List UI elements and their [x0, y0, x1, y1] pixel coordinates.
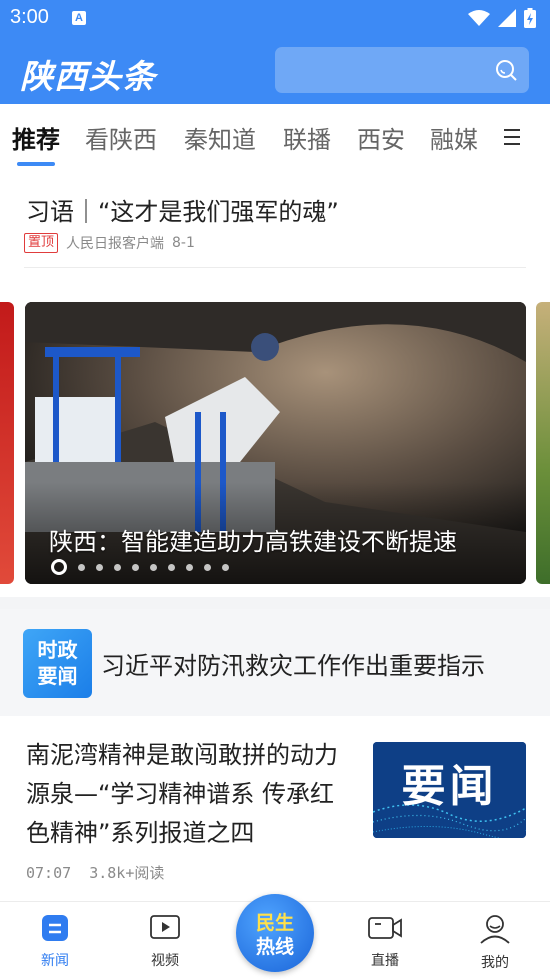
nav-profile-label: 我的 [481, 955, 509, 971]
article-source: 人民日报客户端 [66, 236, 165, 252]
tab-lianbo[interactable]: 联播 [283, 120, 331, 155]
status-bar: 3:00 A [0, 0, 550, 36]
pinned-article[interactable]: 习语｜“这才是我们强军的魂” 置顶 人民日报客户端 8-1 [0, 170, 550, 290]
carousel-dot[interactable] [186, 563, 193, 571]
section-gap [0, 597, 550, 609]
status-icons [468, 8, 536, 28]
tab-recommend[interactable]: 推荐 [12, 120, 60, 155]
menu-icon[interactable] [503, 128, 521, 146]
carousel-dot[interactable] [168, 563, 175, 571]
nav-video-label: 视频 [151, 953, 179, 969]
politics-badge-line2: 要闻 [37, 664, 78, 688]
pinned-article-title[interactable]: 习语｜“这才是我们强军的魂” [26, 192, 339, 227]
nav-profile[interactable]: 我的 [465, 914, 525, 972]
nav-live-label: 直播 [371, 953, 399, 969]
politics-news-bar[interactable]: 时政 要闻 习近平对防汛救灾工作作出重要指示 [0, 609, 550, 716]
article-date: 8-1 [172, 235, 195, 251]
carousel-dot[interactable] [132, 563, 139, 571]
carousel-dot[interactable] [222, 563, 229, 571]
notification-icon: A [72, 11, 86, 25]
signal-icon [498, 9, 516, 27]
tab-qinzhidao[interactable]: 秦知道 [184, 120, 256, 155]
carousel-prev-slide[interactable] [0, 302, 14, 584]
pinned-article-meta: 置顶 人民日报客户端 8-1 [24, 233, 195, 253]
carousel-caption[interactable]: 陕西：智能建造助力高铁建设不断提速 [49, 522, 457, 557]
article-title[interactable]: 南泥湾精神是敢闯敢拼的动力源泉—“学习精神谱系 传承红色精神”系列报道之四 [26, 736, 356, 853]
status-time: 3:00 [10, 6, 49, 28]
carousel-pagination [51, 559, 229, 575]
politics-badge: 时政 要闻 [23, 629, 92, 698]
nav-news-label: 新闻 [41, 953, 69, 969]
carousel-slide[interactable]: 陕西：智能建造助力高铁建设不断提速 [25, 302, 526, 584]
live-icon [368, 917, 402, 939]
nav-live[interactable]: 直播 [355, 914, 415, 970]
divider [24, 267, 526, 268]
tab-shaanxi[interactable]: 看陕西 [85, 120, 157, 155]
banner-carousel[interactable]: 陕西：智能建造助力高铁建设不断提速 [0, 292, 550, 597]
politics-headline[interactable]: 习近平对防汛救灾工作作出重要指示 [101, 646, 485, 681]
nav-video[interactable]: 视频 [135, 914, 195, 970]
carousel-dot[interactable] [96, 563, 103, 571]
wifi-icon [468, 10, 490, 26]
news-icon [42, 915, 68, 941]
carousel-dot[interactable] [204, 563, 211, 571]
hotline-label-line2: 热线 [255, 936, 294, 958]
app-logo: 陕西头条 [20, 57, 156, 96]
search-icon[interactable] [495, 59, 517, 81]
nav-news[interactable]: 新闻 [25, 914, 85, 970]
article-time: 07:07 [26, 864, 72, 882]
politics-badge-line1: 时政 [37, 638, 78, 662]
livelihood-hotline-button[interactable]: 民生 热线 [236, 894, 314, 972]
video-icon [150, 915, 180, 939]
tab-rongmei[interactable]: 融媒 [430, 120, 478, 155]
article-reads: 3.8k+阅读 [89, 864, 165, 882]
news-list-item[interactable]: 南泥湾精神是敢闯敢拼的动力源泉—“学习精神谱系 传承红色精神”系列报道之四 07… [0, 716, 550, 901]
carousel-dot-active[interactable] [51, 559, 67, 575]
thumbnail-text: 要闻 [401, 761, 498, 812]
active-tab-indicator [17, 162, 55, 166]
hotline-label-line1: 民生 [255, 912, 294, 934]
carousel-dot[interactable] [78, 563, 85, 571]
carousel-dot[interactable] [114, 563, 121, 571]
app-header: 3:00 A 陕西头条 [0, 0, 550, 104]
bottom-navigation: 新闻 视频 民生 热线 直播 我的 [0, 894, 550, 979]
pinned-badge: 置顶 [24, 233, 59, 253]
carousel-dot[interactable] [150, 563, 157, 571]
profile-icon [480, 915, 510, 944]
battery-icon [524, 8, 536, 28]
search-bar[interactable] [275, 47, 529, 93]
article-thumbnail[interactable]: 要闻 [373, 742, 526, 838]
carousel-next-slide[interactable] [536, 302, 550, 584]
article-meta: 07:07 3.8k+阅读 [26, 862, 164, 883]
category-tabs: 推荐 看陕西 秦知道 联播 西安 融媒 [0, 104, 550, 170]
tab-xian[interactable]: 西安 [357, 120, 405, 155]
